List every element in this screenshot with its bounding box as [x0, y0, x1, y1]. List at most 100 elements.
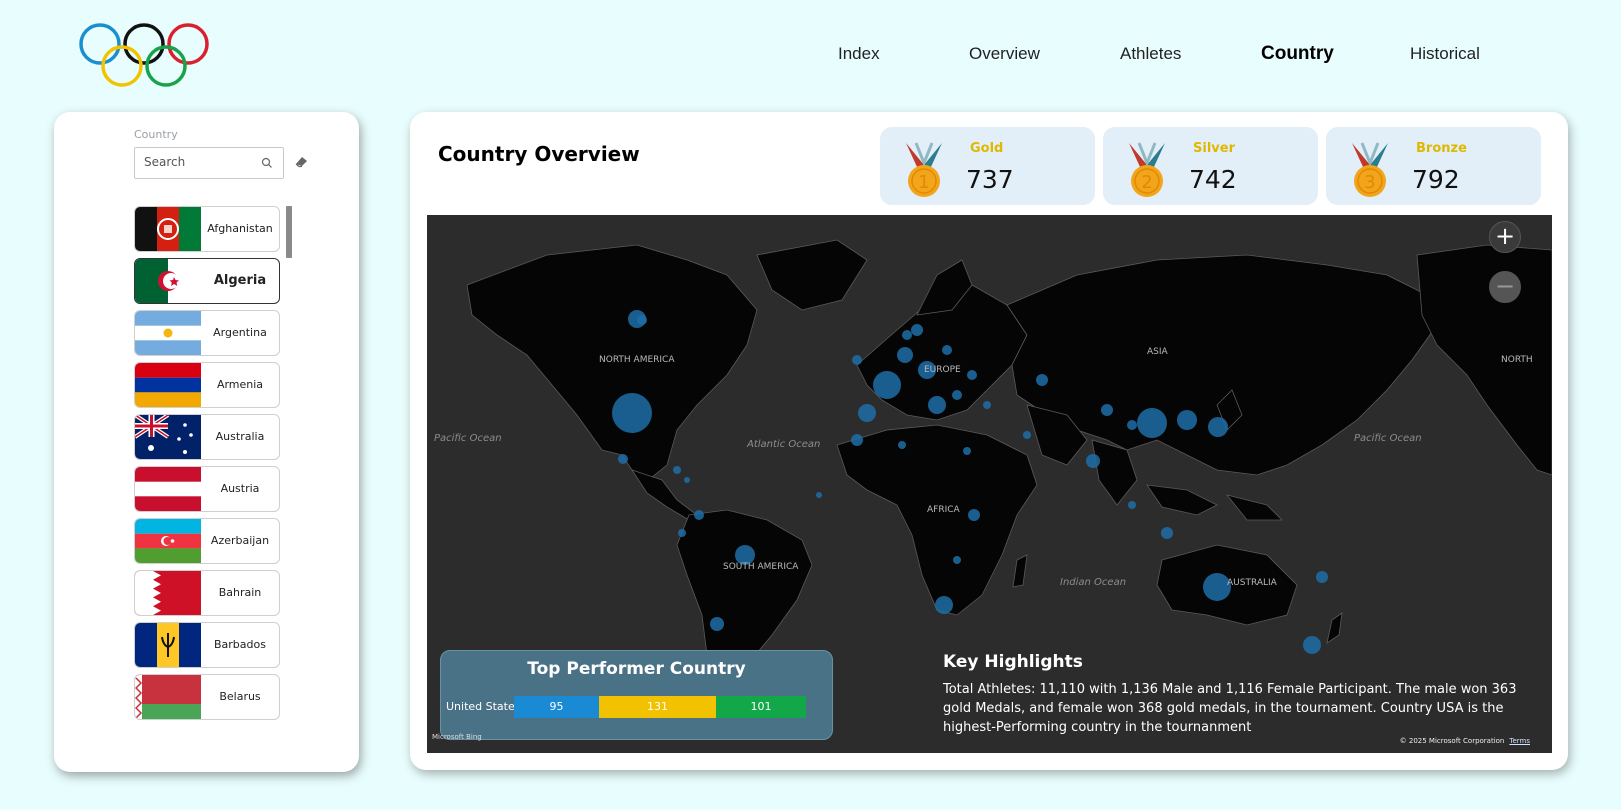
list-item-argentina[interactable]: Argentina: [134, 310, 280, 356]
country-name: Belarus: [219, 690, 261, 703]
list-item-azerbaijan[interactable]: Azerbaijan: [134, 518, 280, 564]
bubble-cuba: [673, 466, 681, 474]
bubble-kazakhstan: [1127, 420, 1137, 430]
bronze-bar: 101: [716, 696, 806, 718]
label-indian: Indian Ocean: [1060, 577, 1127, 588]
bubble-hungary: [967, 370, 977, 380]
label-pacific-right: Pacific Ocean: [1354, 433, 1422, 444]
bubble-greece: [983, 401, 991, 409]
bronze-medal-card: 3 Bronze 792: [1326, 127, 1541, 205]
country-name: Barbados: [214, 638, 266, 651]
country-name: Australia: [215, 430, 265, 443]
bubble-cape-verde: [816, 492, 822, 498]
country-list: Afghanistan Algeria Argentina Armenia Au…: [134, 206, 294, 746]
top-navigation: Index Overview Athletes Country Historic…: [800, 43, 1520, 74]
list-scrollbar[interactable]: [286, 206, 292, 258]
list-item-belarus[interactable]: Belarus: [134, 674, 280, 720]
bubble-kenya: [968, 509, 980, 521]
search-icon[interactable]: [261, 157, 273, 169]
belarus-flag: [135, 675, 201, 719]
bubble-spain: [858, 404, 876, 422]
list-item-armenia[interactable]: Armenia: [134, 362, 280, 408]
eraser-icon[interactable]: [293, 154, 309, 168]
silver-medal-card: 2 Silver 742: [1103, 127, 1318, 205]
search-box[interactable]: [134, 147, 284, 179]
highlights-body: Total Athletes: 11,110 with 1,136 Male a…: [943, 682, 1517, 735]
austria-flag: [135, 467, 201, 511]
nav-overview[interactable]: Overview: [969, 44, 1040, 64]
label-africa: AFRICA: [927, 505, 960, 515]
bronze-medal-icon: 3: [1352, 142, 1388, 197]
label-south-america: SOUTH AMERICA: [723, 562, 799, 572]
bubble-uzbekistan: [1101, 404, 1113, 416]
page-title: Country Overview: [438, 142, 640, 166]
bahrain-flag: [135, 571, 201, 615]
afghanistan-flag: [135, 207, 201, 251]
bronze-count: 792: [1412, 165, 1460, 194]
country-name: Argentina: [213, 326, 267, 339]
country-name: Afghanistan: [207, 222, 273, 235]
bubble-philippines: [1128, 501, 1136, 509]
key-highlights: Key Highlights Total Athletes: 11,110 wi…: [943, 652, 1533, 737]
bubble-japan: [1208, 417, 1228, 437]
gold-bar: 95: [514, 696, 599, 718]
country-overview-panel: Country Overview 1 Gold 737 2 Silver 742: [410, 112, 1568, 770]
nav-index[interactable]: Index: [838, 44, 880, 64]
country-slicer-panel: Country Afghanistan: [54, 112, 359, 772]
silver-bar: 131: [599, 696, 716, 718]
label-europe: EUROPE: [924, 365, 961, 375]
nav-country[interactable]: Country: [1261, 43, 1334, 65]
world-bubble-map[interactable]: NORTH AMERICA NORTH ASIA EUROPE AFRICA S…: [427, 215, 1552, 753]
bubble-united-states: [612, 393, 652, 433]
bubble-jamaica: [684, 477, 690, 483]
zoom-out-button[interactable]: −: [1489, 271, 1521, 303]
terms-link[interactable]: Terms: [1509, 737, 1530, 745]
list-item-afghanistan[interactable]: Afghanistan: [134, 206, 280, 252]
search-input[interactable]: [144, 155, 254, 169]
label-pacific-left: Pacific Ocean: [434, 433, 502, 444]
map-copyright: © 2025 Microsoft Corporation Terms: [1399, 737, 1530, 745]
list-item-bahrain[interactable]: Bahrain: [134, 570, 280, 616]
label-north-right: NORTH: [1501, 355, 1533, 365]
armenia-flag: [135, 363, 201, 407]
bubble-uganda: [953, 556, 961, 564]
gold-count: 737: [966, 165, 1014, 194]
svg-text:3: 3: [1364, 172, 1375, 193]
zoom-in-button[interactable]: +: [1489, 221, 1521, 253]
bubble-indonesia: [1161, 527, 1173, 539]
gold-label: Gold: [970, 141, 1004, 156]
bubble-ireland: [852, 355, 862, 365]
list-item-australia[interactable]: Australia: [134, 414, 280, 460]
label-asia: ASIA: [1147, 347, 1168, 357]
list-item-algeria[interactable]: Algeria: [134, 258, 280, 304]
bubble-france: [873, 371, 901, 399]
list-item-barbados[interactable]: Barbados: [134, 622, 280, 668]
svg-text:1: 1: [918, 172, 929, 193]
label-atlantic: Atlantic Ocean: [747, 439, 821, 450]
svg-text:2: 2: [1141, 172, 1152, 193]
label-north-america: NORTH AMERICA: [599, 355, 675, 365]
slicer-label: Country: [134, 128, 178, 141]
bubble-poland: [942, 345, 952, 355]
australia-flag: [135, 415, 201, 459]
silver-label: Silver: [1193, 141, 1235, 156]
bubble-colombia: [694, 510, 704, 520]
bubble-south-africa: [935, 596, 953, 614]
bubble-argentina: [710, 617, 724, 631]
gold-medal-card: 1 Gold 737: [880, 127, 1095, 205]
bubble-denmark: [911, 324, 923, 336]
barbados-flag: [135, 623, 201, 667]
argentina-flag: [135, 311, 201, 355]
country-name: Armenia: [216, 378, 264, 391]
bubble-italy: [928, 396, 946, 414]
list-item-austria[interactable]: Austria: [134, 466, 280, 512]
bubble-ecuador: [678, 529, 686, 537]
silver-medal-icon: 2: [1129, 142, 1165, 197]
label-australia: AUSTRALIA: [1227, 578, 1277, 588]
bronze-label: Bronze: [1416, 141, 1467, 156]
top-performer-title: Top Performer Country: [527, 659, 746, 679]
algeria-flag: [135, 259, 201, 303]
nav-historical[interactable]: Historical: [1410, 44, 1480, 64]
nav-athletes[interactable]: Athletes: [1120, 44, 1181, 64]
bubble-gb: [897, 347, 913, 363]
